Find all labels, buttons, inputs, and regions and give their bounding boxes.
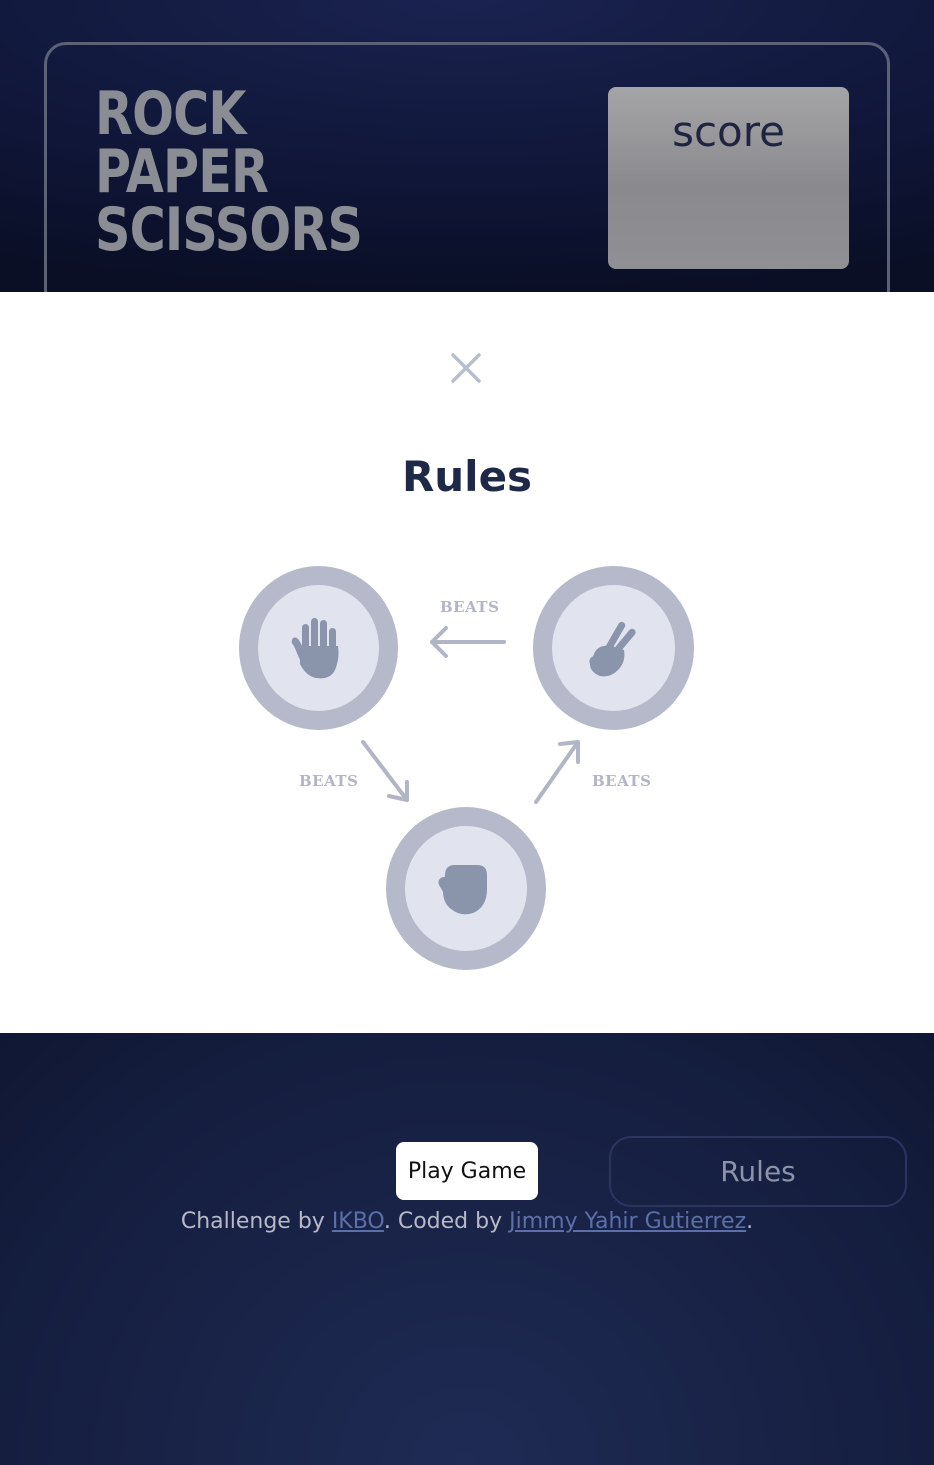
- title-line-scissors: SCISSORS: [95, 195, 363, 265]
- rules-button[interactable]: Rules: [609, 1136, 907, 1207]
- paper-token-inner: [258, 585, 379, 711]
- arrow-rock-beats-scissors: [534, 740, 580, 804]
- arrow-paper-beats-rock: [361, 740, 409, 802]
- attribution: Challenge by IKBO. Coded by Jimmy Yahir …: [0, 1209, 934, 1234]
- bottom-bar: Play Game Rules Challenge by IKBO. Coded…: [0, 1033, 934, 1465]
- attribution-suffix: .: [746, 1209, 754, 1234]
- paper-token: [239, 566, 398, 730]
- scissors-token-inner: [552, 585, 675, 711]
- title-line-rock: ROCK: [95, 79, 246, 149]
- score-label: score: [672, 107, 785, 156]
- attribution-middle: . Coded by: [383, 1209, 510, 1234]
- scissors-token: [533, 566, 694, 730]
- paper-hand-icon: [291, 618, 338, 679]
- title-line-paper: PAPER: [95, 137, 269, 207]
- rock-token-inner: [405, 826, 527, 951]
- attribution-link-author[interactable]: Jimmy Yahir Gutierrez: [509, 1209, 746, 1234]
- scissors-hand-icon: [589, 621, 636, 677]
- attribution-link-ikbo[interactable]: IKBO: [332, 1209, 384, 1234]
- game-title: ROCK PAPER SCISSORS: [95, 79, 363, 265]
- beats-label-top: BEATS: [440, 598, 500, 616]
- rock-token: [386, 807, 546, 970]
- header: ROCK PAPER SCISSORS score: [44, 42, 890, 312]
- beats-label-right: BEATS: [592, 772, 652, 790]
- rules-modal: Rules BEATS BEATS BEATS: [0, 292, 934, 1033]
- arrow-scissors-beats-paper: [430, 626, 506, 658]
- rock-fist-icon: [438, 864, 487, 914]
- beats-label-left: BEATS: [299, 772, 359, 790]
- play-game-button[interactable]: Play Game: [396, 1142, 538, 1200]
- rules-diagram: BEATS BEATS BEATS: [0, 292, 934, 1033]
- attribution-prefix: Challenge by: [180, 1209, 332, 1234]
- score-box: score: [608, 87, 849, 269]
